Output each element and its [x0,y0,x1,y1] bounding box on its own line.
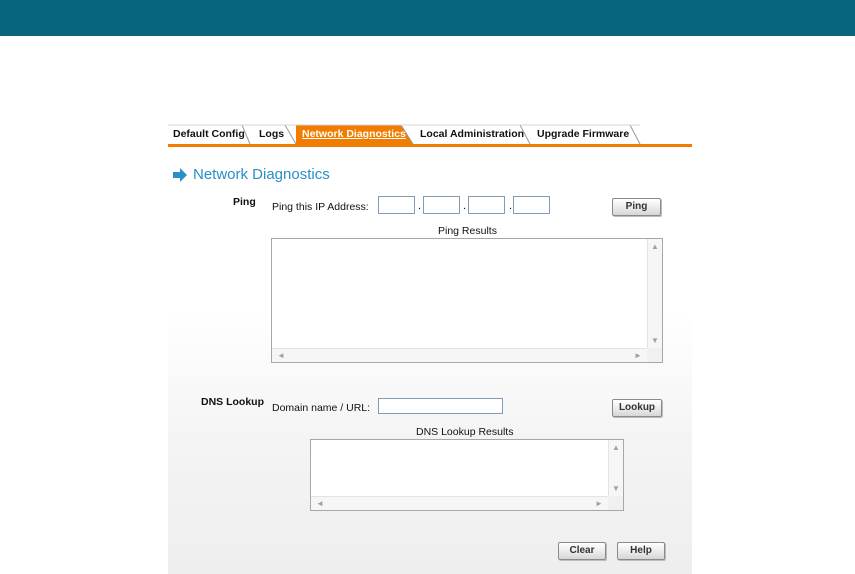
scroll-left-icon[interactable]: ◄ [274,350,288,362]
ip-octet-3[interactable] [468,196,505,214]
dns-results-box[interactable]: ▲ ▼ ◄ ► [310,439,624,511]
scroll-up-icon[interactable]: ▲ [648,241,662,253]
ping-ip-label: Ping this IP Address: [272,201,369,213]
dns-section-label: DNS Lookup [201,396,264,408]
tab-underline [168,144,692,147]
ip-octet-1[interactable] [378,196,415,214]
dns-vertical-scrollbar[interactable]: ▲ ▼ [608,440,623,497]
tab-logs[interactable]: Logs [254,125,284,144]
content-panel: Default Config Logs Network Diagnostics … [168,122,692,574]
scroll-down-icon[interactable]: ▼ [648,335,662,347]
lookup-button[interactable]: Lookup [612,399,662,417]
ip-separator-2: . [463,200,467,212]
header-bar [0,0,855,36]
ping-section-label: Ping [233,196,256,208]
scroll-left-icon[interactable]: ◄ [313,498,327,510]
ping-results-label: Ping Results [438,225,497,237]
tab-network-diagnostics[interactable]: Network Diagnostics [297,125,406,144]
ip-separator-1: . [418,200,422,212]
scroll-right-icon[interactable]: ► [631,350,645,362]
ip-octet-2[interactable] [423,196,460,214]
ping-button[interactable]: Ping [612,198,661,216]
scroll-up-icon[interactable]: ▲ [609,442,623,454]
tab-upgrade-firmware[interactable]: Upgrade Firmware [532,125,629,144]
ip-separator-3: . [509,200,513,212]
tab-default-config[interactable]: Default Config [168,125,245,144]
clear-button[interactable]: Clear [558,542,606,560]
page-title-text: Network Diagnostics [193,166,330,183]
tab-local-administration[interactable]: Local Administration [415,125,524,144]
ping-horizontal-scrollbar[interactable]: ◄ ► [272,348,647,362]
ip-octet-4[interactable] [513,196,550,214]
scroll-down-icon[interactable]: ▼ [609,483,623,495]
dns-results-label: DNS Lookup Results [416,426,514,438]
dns-horizontal-scrollbar[interactable]: ◄ ► [311,496,608,510]
tab-bar: Default Config Logs Network Diagnostics … [168,122,692,147]
right-arrow-icon [173,168,187,182]
domain-input[interactable] [378,398,503,414]
ping-vertical-scrollbar[interactable]: ▲ ▼ [647,239,662,349]
domain-label: Domain name / URL: [272,402,371,414]
scroll-right-icon[interactable]: ► [592,498,606,510]
scroll-corner [608,496,623,510]
help-button[interactable]: Help [617,542,665,560]
ping-results-box[interactable]: ▲ ▼ ◄ ► [271,238,663,363]
scroll-corner [647,348,662,362]
